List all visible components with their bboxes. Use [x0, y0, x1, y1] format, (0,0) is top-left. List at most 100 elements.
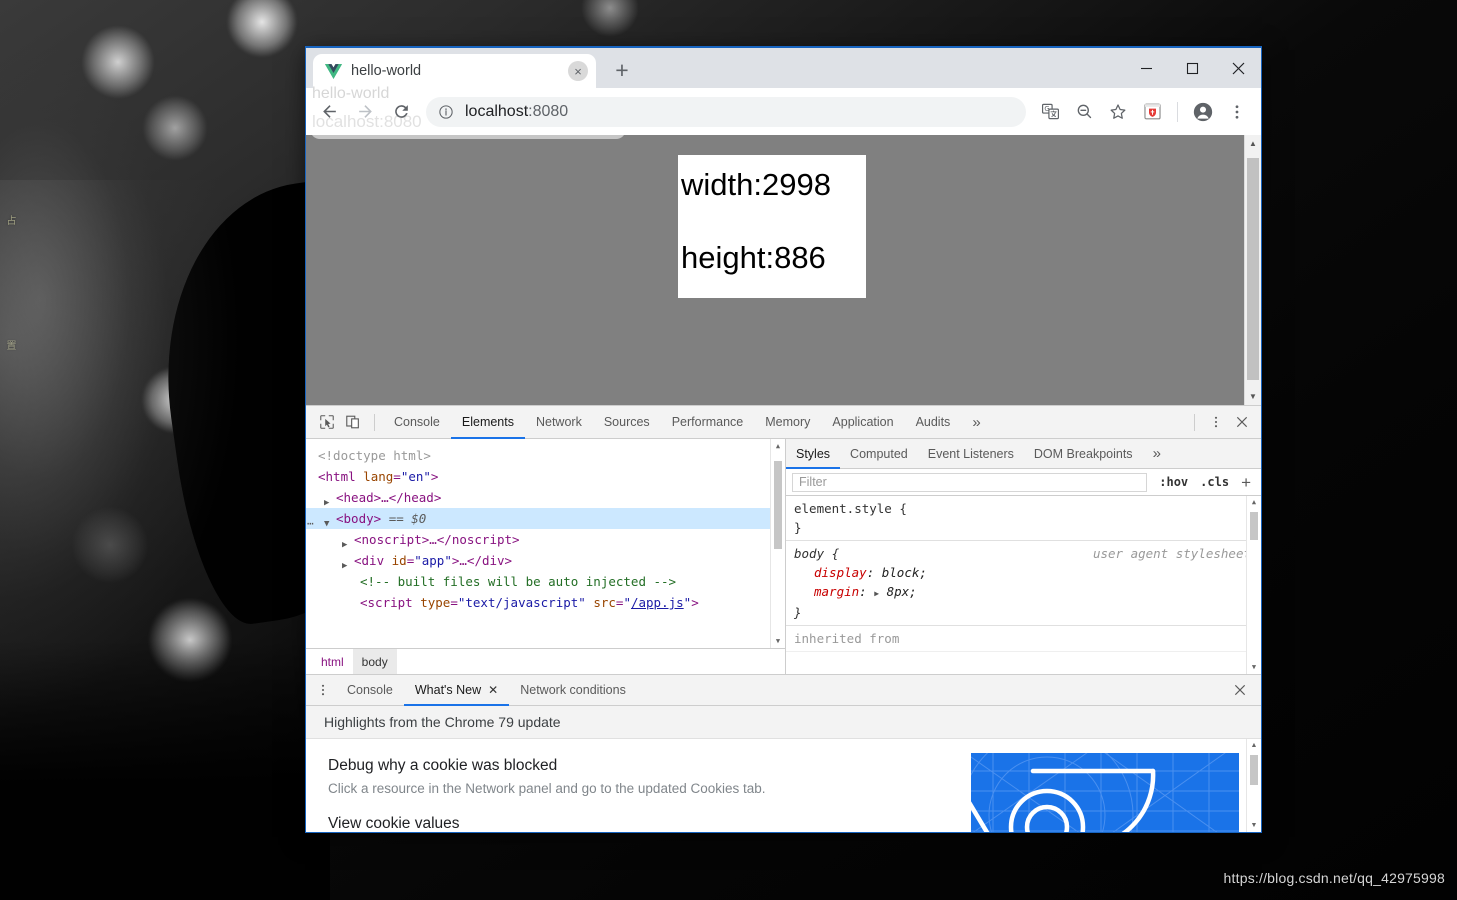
whats-new-content: Debug why a cookie was blocked Click a r… [306, 739, 971, 832]
devtools-tab-application[interactable]: Application [821, 406, 904, 439]
minimize-button[interactable] [1123, 48, 1169, 88]
styles-scroll-up-icon[interactable]: ▲ [1247, 496, 1261, 509]
whats-new-scroll-thumb[interactable] [1250, 755, 1258, 785]
page-width-text: width:2998 [681, 167, 831, 202]
bookmark-star-icon[interactable] [1102, 96, 1134, 128]
cls-toggle-button[interactable]: .cls [1194, 475, 1235, 489]
close-button[interactable] [1215, 48, 1261, 88]
scrollbar-thumb[interactable] [1247, 158, 1259, 380]
styles-filter-input[interactable]: Filter [792, 472, 1148, 492]
dom-line-body[interactable]: ⋯ ▼ <body> == $0 [306, 508, 785, 530]
dom-line-comment[interactable]: <!-- built files will be auto injected -… [306, 571, 785, 592]
desktop-side-text-1: 占 [4, 215, 15, 226]
styles-scroll-thumb[interactable] [1250, 512, 1258, 540]
styles-tab-styles[interactable]: Styles [786, 439, 841, 469]
styles-tab-computed[interactable]: Computed [840, 439, 918, 469]
styles-tab-bar: Styles Computed Event Listeners DOM Brea… [786, 439, 1261, 469]
css-property-name-margin: margin [814, 584, 860, 599]
tab-close-icon[interactable]: × [568, 61, 588, 81]
styles-scrollbar[interactable]: ▲ ▼ [1246, 496, 1261, 674]
forward-button[interactable] [348, 95, 382, 129]
devtools-tab-network[interactable]: Network [525, 406, 593, 439]
dom-tree[interactable]: <!doctype html> <html lang="en"> ▶ <head… [306, 439, 785, 648]
style-rule-element-style[interactable]: element.style { } [786, 496, 1261, 541]
hov-toggle-button[interactable]: :hov [1153, 475, 1194, 489]
drawer-menu-icon[interactable] [310, 677, 336, 703]
dom-line-doctype[interactable]: <!doctype html> [306, 445, 785, 466]
dom-tree-scrollbar[interactable]: ▲ ▼ [770, 439, 785, 648]
styles-scroll-down-icon[interactable]: ▼ [1247, 661, 1261, 674]
styles-tabs-overflow-icon[interactable]: » [1143, 439, 1171, 469]
dom-line-script[interactable]: <script type="text/javascript" src="/app… [306, 592, 785, 613]
scrollbar-track[interactable] [1245, 152, 1261, 388]
devtools-tab-elements[interactable]: Elements [450, 406, 526, 439]
address-bar-url: localhost:8080 [465, 103, 568, 121]
css-declaration-display[interactable]: display: block; [794, 563, 1253, 582]
inspect-cursor-icon[interactable] [314, 409, 340, 435]
styles-filter-row: Filter :hov .cls + [786, 469, 1261, 496]
blueprint-graphic-icon [971, 753, 1239, 832]
scroll-down-arrow-icon[interactable]: ▼ [1245, 388, 1261, 405]
maximize-button[interactable] [1169, 48, 1215, 88]
drawer-close-icon[interactable] [1227, 677, 1253, 703]
address-bar[interactable]: localhost:8080 [426, 96, 1026, 127]
dom-scroll-down-icon[interactable]: ▼ [771, 634, 785, 648]
wallpaper-dark-shape-lower [0, 640, 330, 900]
whats-new-scroll-down-icon[interactable]: ▼ [1247, 819, 1261, 832]
drawer-tab-close-icon[interactable]: ✕ [488, 683, 498, 697]
dom-line-html[interactable]: <html lang="en"> [306, 466, 785, 487]
new-style-rule-button[interactable]: + [1235, 474, 1257, 491]
whats-new-scrollbar[interactable]: ▲ ▼ [1246, 739, 1261, 832]
devtools-tabs-overflow-icon[interactable]: » [961, 406, 991, 439]
devtools-drawer: Console What's New ✕ Network conditions … [306, 674, 1261, 832]
devtools-right-divider [1194, 413, 1195, 431]
drawer-tab-console[interactable]: Console [336, 675, 404, 706]
drawer-tab-network-conditions[interactable]: Network conditions [509, 675, 637, 706]
page-scrollbar[interactable]: ▲ ▼ [1244, 135, 1261, 405]
devtools-more-icon[interactable] [1203, 409, 1229, 435]
style-rule-body[interactable]: body { user agent stylesheet display: bl… [786, 541, 1261, 626]
dom-line-div-app[interactable]: ▶ <div id="app">…</div> [306, 550, 785, 571]
devtools-tab-performance[interactable]: Performance [661, 406, 755, 439]
devtools-tab-memory[interactable]: Memory [754, 406, 821, 439]
extension-icon[interactable] [1136, 96, 1168, 128]
dom-line-noscript[interactable]: ▶ <noscript>…</noscript> [306, 529, 785, 550]
breadcrumb-item-html[interactable]: html [312, 649, 353, 675]
style-rule-partial-next[interactable]: inherited from [786, 626, 1261, 652]
element-style-selector: element.style { [794, 501, 907, 516]
dom-scroll-thumb[interactable] [774, 461, 782, 549]
devtools-toolbar: Console Elements Network Sources Perform… [306, 406, 1261, 439]
dom-line-head[interactable]: ▶ <head>…</head> [306, 487, 785, 508]
styles-tab-dom-breakpoints[interactable]: DOM Breakpoints [1024, 439, 1143, 469]
new-tab-button[interactable]: + [605, 53, 639, 87]
drawer-tab-whats-new[interactable]: What's New ✕ [403, 675, 510, 706]
devtools-tab-sources[interactable]: Sources [593, 406, 661, 439]
devtools-tab-audits[interactable]: Audits [905, 406, 962, 439]
more-menu-icon[interactable] [1221, 96, 1253, 128]
whats-new-scroll-up-icon[interactable]: ▲ [1247, 739, 1261, 752]
devtools-body: <!doctype html> <html lang="en"> ▶ <head… [306, 439, 1261, 675]
blog-watermark: https://blog.csdn.net/qq_42975998 [1223, 870, 1445, 886]
css-declaration-margin[interactable]: margin: ▶ 8px; [794, 582, 1253, 603]
script-src-link[interactable]: /app.js [631, 595, 684, 610]
browser-tab-hello-world[interactable]: hello-world × [313, 54, 596, 88]
profile-avatar-icon[interactable] [1187, 96, 1219, 128]
zoom-out-icon[interactable] [1068, 96, 1100, 128]
dom-scroll-up-icon[interactable]: ▲ [771, 439, 785, 453]
device-toolbar-icon[interactable] [340, 409, 366, 435]
reload-button[interactable] [384, 95, 418, 129]
devtools-close-icon[interactable] [1229, 409, 1255, 435]
back-button[interactable] [312, 95, 346, 129]
breadcrumb: html body [306, 648, 785, 675]
head-collapsed-text: <head>…</head> [336, 490, 442, 505]
breadcrumb-item-body[interactable]: body [352, 648, 397, 675]
styles-tab-event-listeners[interactable]: Event Listeners [918, 439, 1024, 469]
desktop-side-text-2: 置 [4, 340, 15, 351]
toolbar-divider [1177, 101, 1178, 122]
page-viewport: width:2998 height:886 ▲ ▼ [306, 135, 1261, 405]
html-attr-value: "en" [400, 469, 431, 484]
translate-icon[interactable]: G [1034, 96, 1066, 128]
scroll-up-arrow-icon[interactable]: ▲ [1245, 135, 1261, 152]
devtools-tab-console[interactable]: Console [383, 406, 451, 439]
whats-new-item-title-1: Debug why a cookie was blocked [328, 757, 558, 774]
